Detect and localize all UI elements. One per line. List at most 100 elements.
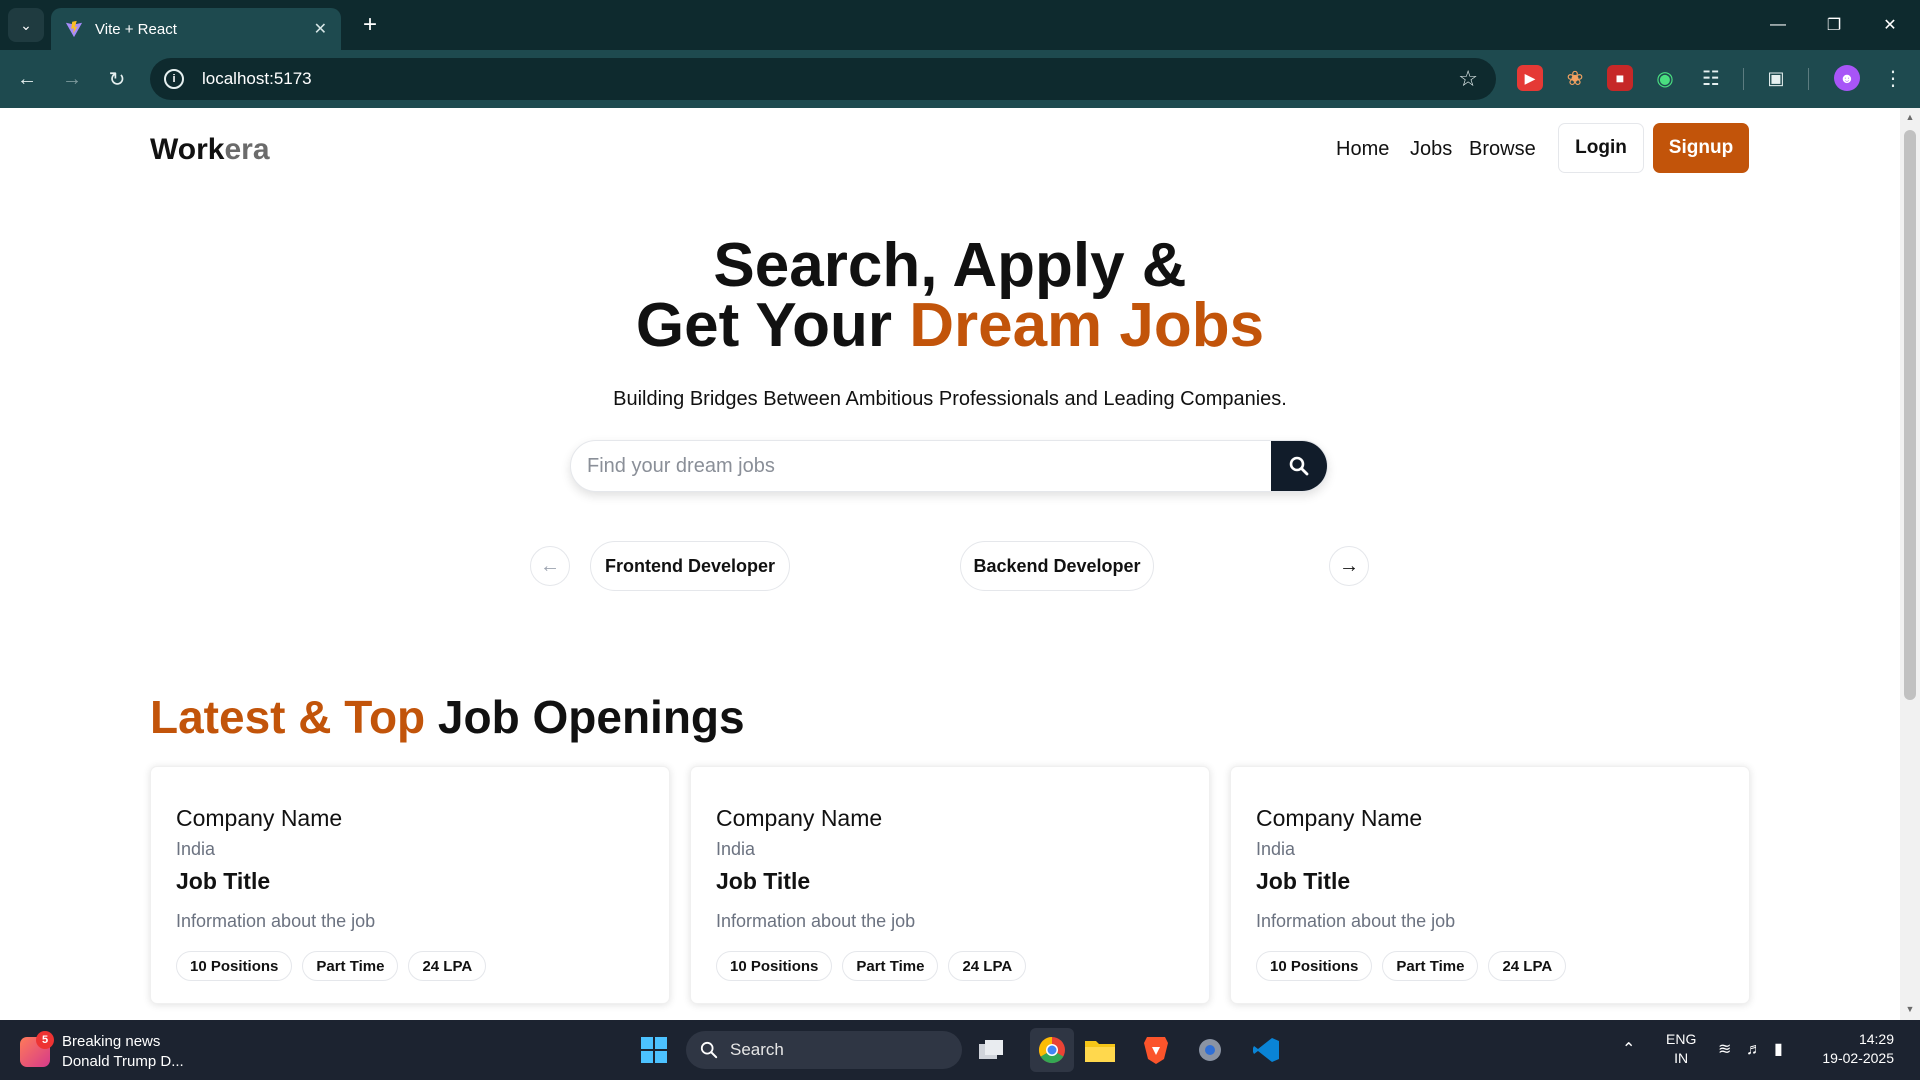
new-tab-button[interactable]: + xyxy=(355,10,385,40)
scroll-down-arrow-icon[interactable]: ▼ xyxy=(1904,1004,1916,1016)
task-view-icon[interactable] xyxy=(975,1034,1007,1066)
company-name: Company Name xyxy=(716,805,883,831)
window-close-button[interactable]: ✕ xyxy=(1862,0,1918,50)
hero-subtitle: Building Bridges Between Ambitious Profe… xyxy=(613,388,1287,410)
tab-title: Vite + React xyxy=(95,20,177,38)
file-explorer-icon[interactable] xyxy=(1084,1034,1116,1066)
site-logo[interactable]: Workera xyxy=(150,133,270,167)
windows-taskbar: 5 Breaking news Donald Trump D... Search xyxy=(0,1020,1920,1080)
browser-toolbar: ← → ↻ i localhost:5173 ☆ ▶ ❀ ■ ◉ ☷ ▣ ☻ ⋮ xyxy=(0,50,1920,108)
scroll-up-arrow-icon[interactable]: ▲ xyxy=(1904,112,1916,124)
news-widget[interactable]: 5 Breaking news Donald Trump D... xyxy=(20,1031,184,1072)
news-widget-icon: 5 xyxy=(20,1031,54,1067)
hero-line-2-accent: Dream Jobs xyxy=(909,291,1265,360)
site-info-icon[interactable]: i xyxy=(164,69,184,89)
job-title: Job Title xyxy=(716,868,811,894)
nav-browse[interactable]: Browse xyxy=(1469,138,1536,161)
browser-menu-icon[interactable]: ⋮ xyxy=(1880,65,1906,91)
salary-badge: 24 LPA xyxy=(408,951,487,981)
profile-avatar-icon[interactable]: ☻ xyxy=(1834,65,1860,91)
bookmark-star-icon[interactable]: ☆ xyxy=(1458,66,1478,92)
job-card[interactable]: Company Name India Job Title Information… xyxy=(1230,766,1750,1004)
wifi-icon[interactable]: ≋ xyxy=(1718,1040,1731,1059)
job-card[interactable]: Company Name India Job Title Information… xyxy=(690,766,1210,1004)
carousel-prev-button[interactable]: ← xyxy=(530,546,570,586)
job-badges: 10 Positions Part Time 24 LPA xyxy=(1256,951,1567,981)
chrome-taskbar-icon[interactable] xyxy=(1030,1028,1074,1072)
page-scrollbar[interactable]: ▲ ▼ xyxy=(1900,108,1920,1020)
browser-tab-bar: ⌄ Vite + React ✕ + — ❐ ✕ xyxy=(0,0,1920,50)
reload-button[interactable]: ↻ xyxy=(102,64,132,94)
extensions-puzzle-icon[interactable]: ☷ xyxy=(1698,65,1724,91)
language-code: ENG xyxy=(1666,1031,1697,1047)
news-count-badge: 5 xyxy=(36,1031,54,1049)
address-bar[interactable]: i localhost:5173 ☆ xyxy=(150,58,1496,100)
clock-date: 19-02-2025 xyxy=(1822,1050,1894,1066)
category-chip[interactable]: Backend Developer xyxy=(960,541,1154,591)
forward-button[interactable]: → xyxy=(57,64,87,94)
back-button[interactable]: ← xyxy=(12,64,42,94)
chevron-down-icon: ⌄ xyxy=(20,16,32,33)
carousel-next-button[interactable]: → xyxy=(1329,546,1369,586)
screenshot-icon[interactable]: ▣ xyxy=(1763,65,1789,91)
positions-badge: 10 Positions xyxy=(716,951,833,981)
job-title: Job Title xyxy=(176,868,271,894)
browser-tab[interactable]: Vite + React ✕ xyxy=(51,8,341,50)
job-type-badge: Part Time xyxy=(842,951,939,981)
tab-search-dropdown-button[interactable]: ⌄ xyxy=(8,8,44,42)
job-location: India xyxy=(716,839,756,859)
windows-logo-icon xyxy=(641,1037,667,1063)
hero-line-2: Get Your Dream Jobs xyxy=(0,295,1900,357)
arrow-left-icon: ← xyxy=(540,554,560,577)
scrollbar-thumb[interactable] xyxy=(1904,130,1916,700)
folder-glyph xyxy=(1085,1041,1115,1062)
screen-capture-extension-icon[interactable]: ■ xyxy=(1607,65,1633,91)
tab-close-icon[interactable]: ✕ xyxy=(314,19,327,39)
brave-browser-icon[interactable] xyxy=(1140,1034,1172,1066)
target-extension-icon[interactable]: ◉ xyxy=(1652,65,1678,91)
minimize-button[interactable]: — xyxy=(1750,0,1806,50)
signup-button[interactable]: Signup xyxy=(1653,123,1749,173)
vscode-icon[interactable] xyxy=(1250,1034,1282,1066)
cookie-extension-icon[interactable]: ❀ xyxy=(1562,65,1588,91)
news-title: Breaking news xyxy=(62,1033,161,1050)
url-text: localhost:5173 xyxy=(202,69,312,88)
category-chip[interactable]: Frontend Developer xyxy=(590,541,790,591)
latest-jobs-heading-accent: Latest & Top xyxy=(150,691,426,743)
job-info: Information about the job xyxy=(1256,911,1456,931)
clock[interactable]: 14:29 19-02-2025 xyxy=(1814,1030,1894,1068)
logo-era: era xyxy=(224,133,270,166)
settings-gear-icon[interactable] xyxy=(1194,1034,1226,1066)
job-search-bar xyxy=(570,440,1328,492)
job-search-button[interactable] xyxy=(1271,441,1327,491)
taskbar-search-box[interactable]: Search xyxy=(686,1031,962,1069)
hero-line-2-plain: Get Your xyxy=(635,291,910,360)
hero-line-1: Search, Apply & xyxy=(713,231,1187,300)
volume-icon[interactable]: ♬ xyxy=(1746,1040,1762,1059)
youtube-extension-icon[interactable]: ▶ xyxy=(1517,65,1543,91)
job-info: Information about the job xyxy=(176,911,376,931)
vite-logo-icon xyxy=(65,20,83,38)
news-text: Breaking news Donald Trump D... xyxy=(62,1032,184,1072)
job-search-input[interactable] xyxy=(571,441,1271,491)
windows-start-icon[interactable] xyxy=(638,1034,670,1066)
news-subtitle: Donald Trump D... xyxy=(62,1053,184,1070)
job-card[interactable]: Company Name India Job Title Information… xyxy=(150,766,670,1004)
restore-button[interactable]: ❐ xyxy=(1806,0,1862,50)
language-indicator[interactable]: ENG IN xyxy=(1666,1030,1696,1068)
tray-overflow-chevron-icon[interactable]: ⌃ xyxy=(1622,1040,1635,1059)
arrow-right-icon: → xyxy=(1339,554,1359,577)
battery-icon[interactable]: ▮ xyxy=(1774,1040,1783,1059)
login-button[interactable]: Login xyxy=(1558,123,1644,173)
salary-badge: 24 LPA xyxy=(1488,951,1567,981)
job-type-badge: Part Time xyxy=(1382,951,1479,981)
region-code: IN xyxy=(1674,1050,1689,1066)
search-icon xyxy=(1289,456,1309,476)
logo-work: Work xyxy=(150,133,225,166)
chrome-logo-icon xyxy=(1038,1036,1065,1064)
nav-jobs[interactable]: Jobs xyxy=(1410,138,1452,161)
task-view-glyph xyxy=(979,1040,1003,1059)
taskbar-search-label: Search xyxy=(730,1040,784,1059)
nav-home[interactable]: Home xyxy=(1336,138,1389,161)
page-viewport: Workera Home Jobs Browse Login Signup Se… xyxy=(0,108,1900,1020)
